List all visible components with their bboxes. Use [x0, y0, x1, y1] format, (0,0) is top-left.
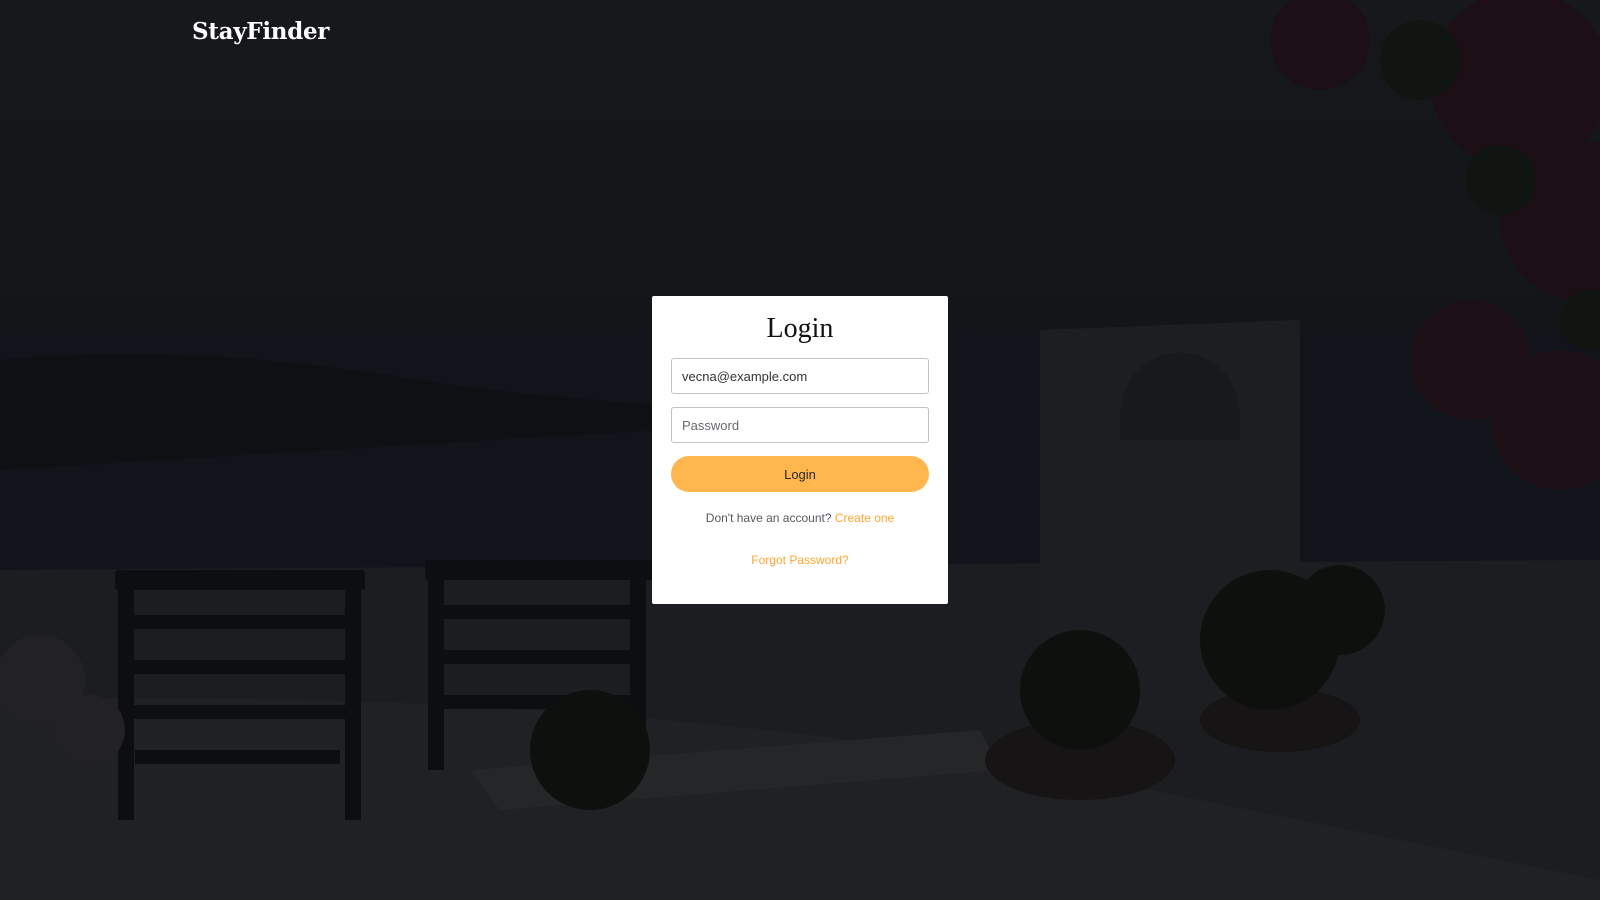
forgot-password-link[interactable]: Forgot Password?: [751, 553, 848, 567]
login-title: Login: [766, 313, 834, 344]
login-button[interactable]: Login: [671, 456, 929, 492]
signup-prompt-text: Don't have an account?: [705, 511, 832, 525]
forgot-password-line: Forgot Password?: [671, 553, 929, 567]
login-card: Login Login Don't have an account? Creat…: [652, 296, 948, 604]
password-field[interactable]: [671, 407, 929, 443]
brand-logo[interactable]: StayFinder: [192, 18, 329, 45]
create-account-link[interactable]: Create one: [835, 511, 894, 525]
email-field[interactable]: [671, 358, 929, 394]
signup-prompt-line: Don't have an account? Create one: [671, 511, 929, 525]
